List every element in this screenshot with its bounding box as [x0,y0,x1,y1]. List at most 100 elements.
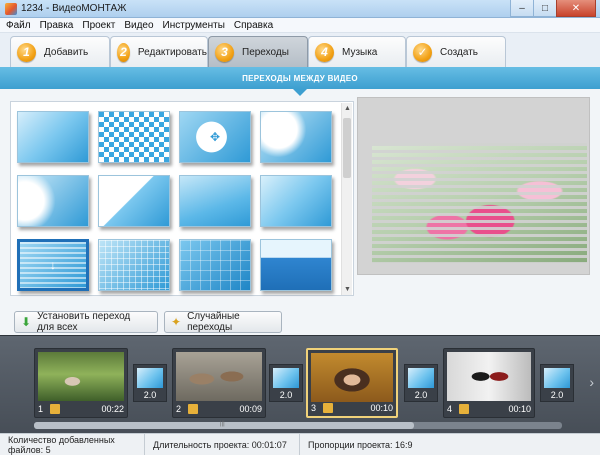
status-bar: Количество добавленных файлов: 5 Длитель… [0,433,600,455]
menu-project[interactable]: Проект [82,20,115,31]
clip-number: 4 [447,403,453,414]
timeline-transition[interactable]: 2.0 [269,364,303,402]
step-number-badge: 3 [215,42,234,62]
transition-preview [357,97,590,275]
step-number-badge: 2 [117,42,130,62]
menu-help[interactable]: Справка [234,20,273,31]
tab-add[interactable]: 1 Добавить [10,36,110,67]
tab-label: Добавить [44,46,89,58]
apply-to-all-button[interactable]: ⬇ Установить переход для всех [14,311,158,333]
tab-edit[interactable]: 2 Редактировать [110,36,208,67]
check-icon: ✓ [413,42,432,62]
transition-thumb[interactable] [179,175,251,227]
section-header: ПЕРЕХОДЫ МЕЖДУ ВИДЕО [0,67,600,89]
section-pointer-icon [293,89,307,96]
scroll-up-icon[interactable]: ▲ [342,103,353,114]
clip-number: 1 [38,403,44,414]
edit-icon[interactable] [323,402,333,413]
transition-thumbnail [137,368,163,388]
edit-icon[interactable] [188,403,198,414]
menu-tools[interactable]: Инструменты [163,20,225,31]
timeline-clip-selected[interactable]: 3 00:10 [306,348,398,418]
clip-number: 2 [176,403,182,414]
transition-thumb[interactable] [17,175,89,227]
clip-duration: 00:09 [239,403,262,414]
clip-duration: 00:10 [508,403,531,414]
tab-label: Редактировать [137,46,207,58]
arrow-down-icon: ↓ [50,258,56,272]
clip-duration: 00:22 [101,403,124,414]
tab-label: Музыка [342,46,378,58]
window-title: 1234 - ВидеоМОНТАЖ [21,3,127,14]
clip-footer: 3 00:10 [311,401,393,414]
timeline-clip[interactable]: 4 00:10 [443,348,535,418]
tab-create[interactable]: ✓ Создать [406,36,506,67]
clip-footer: 4 00:10 [447,402,531,415]
transition-duration: 2.0 [414,390,428,400]
grip-icon: ||| [220,421,225,427]
clip-footer: 1 00:22 [38,402,124,415]
timeline-scrollbar[interactable]: ||| [34,421,562,429]
edit-icon[interactable] [50,403,60,414]
move-arrows-icon: ✥ [209,130,221,144]
transition-thumb[interactable] [98,111,170,163]
transition-thumbnail [273,368,299,388]
transitions-grid-panel: ✥ ↓ ▲ ▼ [10,101,354,296]
clip-thumbnail [176,352,262,401]
menu-video[interactable]: Видео [124,20,153,31]
random-transitions-button[interactable]: ✦ Случайные переходы [164,311,282,333]
step-number-badge: 4 [315,42,334,62]
transition-thumb[interactable] [98,239,170,291]
timeline-next-icon[interactable]: › [589,374,594,390]
down-arrow-icon: ⬇ [21,315,32,329]
status-duration: Длительность проекта: 00:01:07 [145,433,300,455]
title-bar: 1234 - ВидеоМОНТАЖ – □ ✕ [0,0,600,18]
transition-thumb[interactable] [98,175,170,227]
timeline-clip[interactable]: 2 00:09 [172,348,266,418]
section-title: ПЕРЕХОДЫ МЕЖДУ ВИДЕО [242,73,358,83]
step-number-badge: 1 [17,42,36,62]
transition-thumb[interactable] [260,175,332,227]
transition-thumb[interactable] [17,111,89,163]
scroll-thumb[interactable] [343,118,351,178]
clip-thumbnail [38,352,124,401]
magic-wand-icon: ✦ [171,315,182,329]
random-transitions-label: Случайные переходы [187,311,240,333]
transition-thumbnail [408,368,434,388]
tab-label: Создать [440,46,479,58]
transition-thumbnail [544,368,570,388]
timeline-transition[interactable]: 2.0 [133,364,167,402]
clip-thumbnail [311,353,393,402]
scroll-down-icon[interactable]: ▼ [342,284,353,295]
clip-thumbnail [447,352,531,401]
tab-label: Переходы [242,46,289,58]
timeline: 1 00:22 2.0 2 00:09 2.0 3 00:10 2.0 4 00… [0,335,600,433]
clip-number: 3 [311,402,317,413]
timeline-transition[interactable]: 2.0 [404,364,438,402]
grid-scrollbar[interactable]: ▲ ▼ [341,103,352,295]
edit-icon[interactable] [459,403,469,414]
maximize-button[interactable]: □ [533,0,557,17]
timeline-transition[interactable]: 2.0 [540,364,574,402]
transition-thumb[interactable] [260,239,332,291]
timeline-scroll-thumb[interactable]: ||| [34,421,414,429]
transition-duration: 2.0 [279,390,293,400]
tab-music[interactable]: 4 Музыка [308,36,406,67]
transition-thumb[interactable] [260,111,332,163]
menu-edit[interactable]: Правка [40,20,74,31]
menu-file[interactable]: Файл [6,20,31,31]
close-button[interactable]: ✕ [556,0,596,17]
transition-thumb[interactable]: ✥ [179,111,251,163]
transition-duration: 2.0 [143,390,157,400]
transition-thumb-selected[interactable]: ↓ [17,239,89,291]
transition-thumb[interactable] [179,239,251,291]
timeline-clip[interactable]: 1 00:22 [34,348,128,418]
tab-transitions[interactable]: 3 Переходы [208,36,308,67]
menu-bar: Файл Правка Проект Видео Инструменты Спр… [0,18,600,33]
window-controls: – □ ✕ [510,0,596,17]
status-file-count: Количество добавленных файлов: 5 [0,433,145,455]
minimize-button[interactable]: – [510,0,534,17]
preview-image [372,143,587,263]
step-tabs: 1 Добавить 2 Редактировать 3 Переходы 4 … [0,33,600,67]
transitions-content: ✥ ↓ ▲ ▼ ⬇ Установить переход для всех ✦ … [0,89,600,335]
